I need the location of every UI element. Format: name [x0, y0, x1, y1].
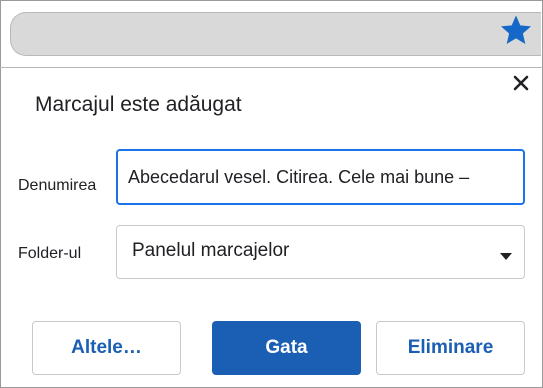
chevron-down-icon [500, 248, 512, 260]
close-icon[interactable] [511, 73, 531, 93]
divider [0, 67, 543, 68]
bookmark-name-input[interactable] [116, 149, 525, 205]
folder-select[interactable]: Panelul marcajelor [116, 225, 525, 279]
folder-select-value: Panelul marcajelor [132, 240, 290, 261]
folder-label: Folder-ul [18, 245, 82, 262]
address-bar[interactable] [10, 12, 541, 56]
remove-button[interactable]: Eliminare [376, 321, 525, 375]
done-button[interactable]: Gata [212, 321, 361, 375]
more-button[interactable]: Altele… [32, 321, 181, 375]
dialog-title: Marcajul este adăugat [35, 93, 242, 116]
name-label: Denumirea [18, 177, 97, 194]
star-icon[interactable] [499, 13, 533, 47]
